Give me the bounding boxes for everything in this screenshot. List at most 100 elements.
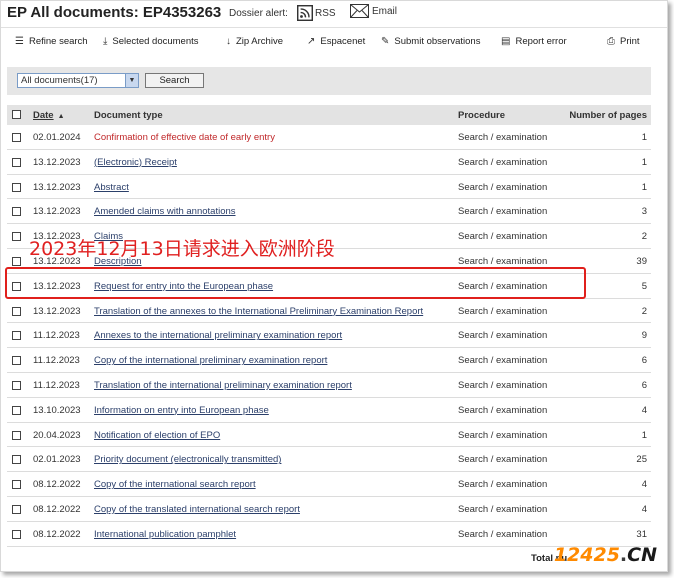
row-procedure: Search / examination bbox=[458, 280, 548, 292]
row-pages: 2 bbox=[641, 231, 647, 243]
report-error-button[interactable]: ▤ Report error bbox=[501, 36, 567, 47]
row-date: 08.12.2022 bbox=[33, 479, 81, 491]
document-link[interactable]: Copy of the international search report bbox=[94, 479, 256, 490]
print-label: Print bbox=[620, 36, 640, 47]
download-icon: ⤓ bbox=[103, 36, 108, 47]
row-procedure: Search / examination bbox=[458, 132, 548, 143]
row-checkbox[interactable] bbox=[12, 529, 21, 539]
row-checkbox[interactable] bbox=[12, 281, 21, 291]
search-button[interactable]: Search bbox=[145, 73, 204, 88]
row-pages: 6 bbox=[641, 379, 647, 391]
row-date: 13.12.2023 bbox=[33, 280, 81, 292]
row-date: 02.01.2023 bbox=[33, 454, 81, 466]
row-date: 11.12.2023 bbox=[33, 330, 80, 342]
zip-download-icon: ↓ bbox=[226, 36, 231, 47]
document-link[interactable]: Priority document (electronically transm… bbox=[94, 454, 281, 465]
row-checkbox[interactable] bbox=[12, 430, 21, 440]
table-row: 11.12.2023 Copy of the international prel… bbox=[7, 348, 651, 373]
document-filter-select[interactable]: All documents(17) ▼ bbox=[17, 73, 139, 88]
document-type-header: Document type bbox=[94, 110, 163, 121]
row-pages: 25 bbox=[636, 454, 647, 466]
print-button[interactable]: ⎙ Print bbox=[607, 36, 640, 47]
annotation-text: 2023年12月13日请求进入欧洲阶段 bbox=[29, 238, 335, 260]
document-link[interactable]: Translation of the annexes to the Intern… bbox=[94, 306, 423, 317]
row-checkbox[interactable] bbox=[12, 256, 21, 266]
selected-documents-button[interactable]: ⤓ Selected documents bbox=[103, 36, 199, 47]
printer-icon: ⎙ bbox=[607, 36, 615, 47]
document-link[interactable]: Amended claims with annotations bbox=[94, 206, 236, 217]
row-checkbox[interactable] bbox=[12, 405, 21, 415]
header: EP All documents: EP4353263 Dossier aler… bbox=[7, 3, 657, 25]
document-link[interactable]: Confirmation of effective date of early … bbox=[94, 132, 275, 143]
row-checkbox[interactable] bbox=[12, 356, 21, 366]
document-link[interactable]: (Electronic) Receipt bbox=[94, 157, 177, 168]
report-error-label: Report error bbox=[515, 36, 567, 47]
document-link[interactable]: Copy of the international preliminary ex… bbox=[94, 355, 327, 366]
external-link-icon: ↗ bbox=[307, 36, 316, 47]
table-header: Date ▲ Document type Procedure Number of … bbox=[7, 105, 651, 125]
row-checkbox[interactable] bbox=[12, 504, 21, 514]
row-checkbox[interactable] bbox=[12, 207, 21, 217]
zip-archive-label: Zip Archive bbox=[236, 36, 283, 47]
document-link[interactable]: Copy of the translated international sea… bbox=[94, 504, 300, 515]
row-checkbox[interactable] bbox=[12, 455, 21, 465]
selected-documents-label: Selected documents bbox=[112, 36, 199, 47]
rss-icon bbox=[297, 5, 313, 21]
row-procedure: Search / examination bbox=[458, 355, 548, 367]
document-link[interactable]: Annexes to the international preliminary… bbox=[94, 330, 342, 341]
document-link[interactable]: Abstract bbox=[94, 182, 129, 193]
row-procedure: Search / examination bbox=[458, 379, 548, 391]
row-checkbox[interactable] bbox=[12, 133, 21, 142]
pencil-icon: ✎ bbox=[381, 36, 390, 47]
submit-observations-label: Submit observations bbox=[394, 36, 481, 47]
dossier-alert-label: Dossier alert: bbox=[229, 8, 288, 19]
row-procedure: Search / examination bbox=[458, 330, 548, 342]
row-pages: 4 bbox=[641, 404, 647, 416]
row-procedure: Search / examination bbox=[458, 429, 548, 441]
row-checkbox[interactable] bbox=[12, 157, 21, 167]
row-date: 08.12.2022 bbox=[33, 528, 81, 540]
document-link[interactable]: Translation of the international prelimi… bbox=[94, 380, 352, 391]
document-link[interactable]: International publication pamphlet bbox=[94, 529, 236, 540]
row-procedure: Search / examination bbox=[458, 454, 548, 466]
date-header-label: Date bbox=[33, 110, 54, 121]
espacenet-label: Espacenet bbox=[320, 36, 366, 47]
document-link[interactable]: Request for entry into the European phas… bbox=[94, 281, 273, 292]
email-link[interactable]: Email bbox=[350, 4, 397, 18]
row-checkbox[interactable] bbox=[12, 480, 21, 490]
row-checkbox[interactable] bbox=[12, 232, 21, 242]
row-checkbox[interactable] bbox=[12, 331, 21, 341]
submit-observations-button[interactable]: ✎ Submit observations bbox=[381, 36, 480, 47]
espacenet-button[interactable]: ↗ Espacenet bbox=[307, 36, 365, 47]
table-row: 11.12.2023 Translation of the internation… bbox=[7, 373, 651, 398]
rss-link[interactable]: RSS bbox=[297, 5, 336, 21]
row-procedure: Search / examination bbox=[458, 404, 548, 416]
watermark-logo: 12425.CN bbox=[554, 544, 657, 566]
chevron-down-icon[interactable]: ▼ bbox=[125, 74, 138, 87]
table-row: 13.12.2023 Request for entry into the Eur… bbox=[7, 274, 651, 299]
zip-archive-button[interactable]: ↓ Zip Archive bbox=[226, 36, 283, 47]
filter-bar: All documents(17) ▼ Search bbox=[7, 67, 651, 95]
pages-header: Number of pages bbox=[569, 110, 647, 121]
refine-search-button[interactable]: ☰ Refine search bbox=[15, 36, 88, 47]
row-pages: 9 bbox=[641, 330, 647, 342]
row-checkbox[interactable] bbox=[12, 380, 21, 390]
row-procedure: Search / examination bbox=[458, 479, 548, 491]
row-pages: 1 bbox=[641, 429, 647, 441]
document-link[interactable]: Notification of election of EPO bbox=[94, 430, 220, 441]
row-checkbox[interactable] bbox=[12, 306, 21, 316]
row-date: 20.04.2023 bbox=[33, 429, 81, 441]
row-procedure: Search / examination bbox=[458, 156, 548, 168]
row-date: 13.12.2023 bbox=[33, 156, 81, 168]
select-all-checkbox[interactable] bbox=[12, 110, 21, 119]
page-title: EP All documents: EP4353263 bbox=[7, 4, 222, 21]
row-checkbox[interactable] bbox=[12, 182, 21, 192]
table-row: 08.12.2022 Copy of the translated interna… bbox=[7, 497, 651, 522]
row-date: 13.12.2023 bbox=[33, 181, 81, 193]
refine-search-label: Refine search bbox=[28, 36, 88, 47]
date-column-header[interactable]: Date ▲ bbox=[33, 110, 65, 121]
email-label: Email bbox=[372, 5, 398, 17]
row-date: 13.10.2023 bbox=[33, 404, 81, 416]
table-row: 13.12.2023 Amended claims with annotation… bbox=[7, 199, 651, 225]
document-link[interactable]: Information on entry into European phase bbox=[94, 405, 269, 416]
